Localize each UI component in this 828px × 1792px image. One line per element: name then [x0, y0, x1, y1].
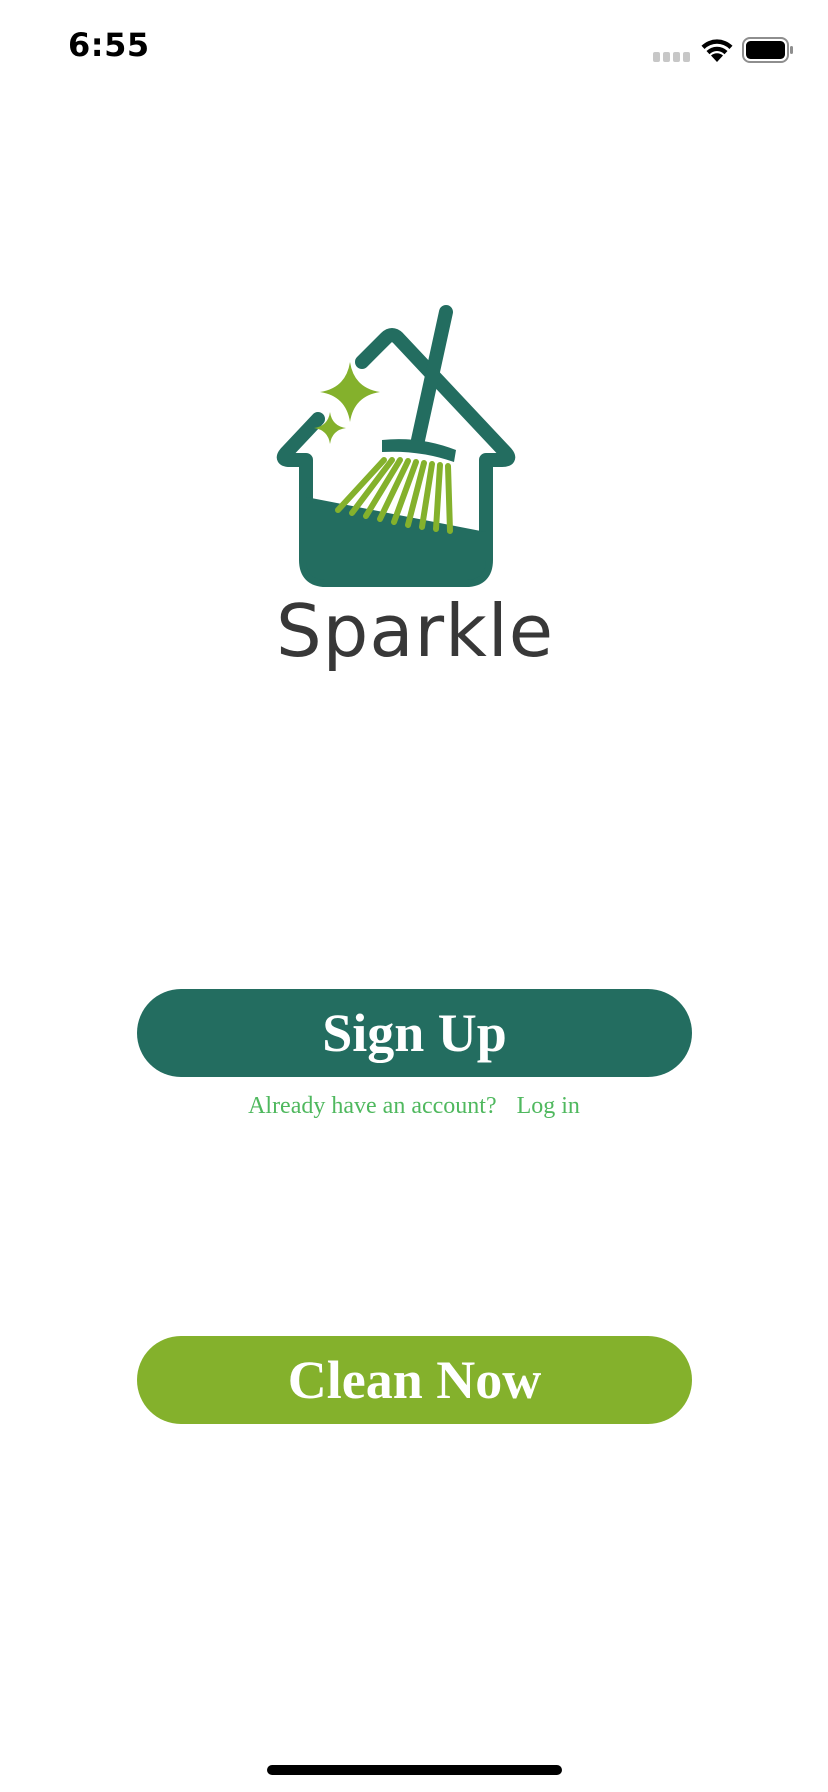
- battery-icon: [742, 37, 793, 63]
- brand-name: Sparkle: [275, 589, 555, 673]
- home-indicator[interactable]: [267, 1765, 562, 1775]
- sign-up-button[interactable]: Sign Up: [137, 989, 692, 1077]
- login-prompt-row: Already have an account? Log in: [0, 1090, 828, 1122]
- log-in-link[interactable]: Log in: [517, 1090, 580, 1122]
- cellular-signal-icon: [653, 52, 690, 62]
- wifi-icon: [701, 39, 733, 62]
- status-bar: 6:55: [0, 0, 828, 100]
- clean-now-button[interactable]: Clean Now: [137, 1336, 692, 1424]
- status-time: 6:55: [68, 26, 150, 64]
- login-prompt-text: Already have an account?: [248, 1093, 497, 1119]
